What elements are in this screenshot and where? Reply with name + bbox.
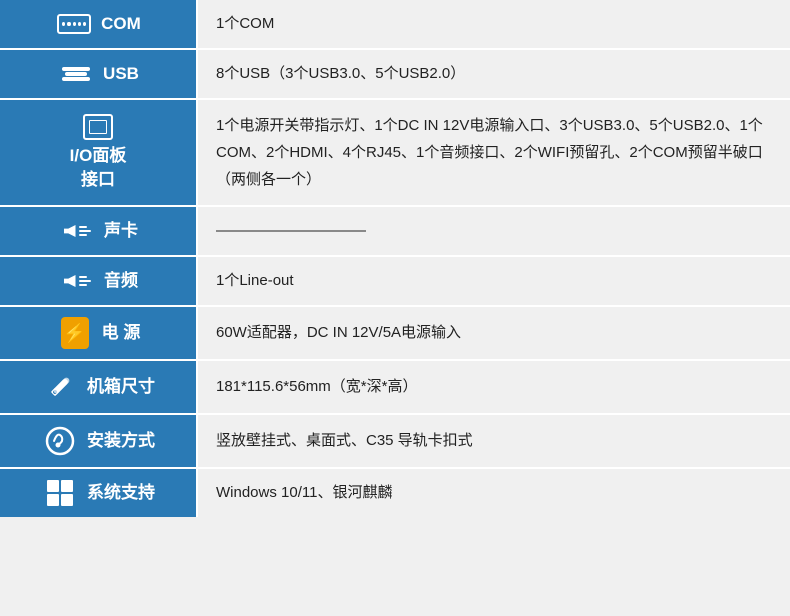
os-value: Windows 10/11、银河麒麟	[198, 469, 790, 517]
power-icon: ⚡	[56, 317, 94, 349]
label-com: COM	[0, 0, 198, 48]
io-value: 1个电源开关带指示灯、1个DC IN 12V电源输入口、3个USB3.0、5个U…	[198, 100, 790, 205]
label-io: I/O面板 接口	[0, 100, 198, 205]
row-os: 系统支持 Windows 10/11、银河麒麟	[0, 469, 790, 517]
com-label: COM	[101, 12, 141, 36]
size-icon	[41, 371, 79, 403]
row-install: 安装方式 竖放壁挂式、桌面式、C35 导轨卡扣式	[0, 415, 790, 469]
usb-icon	[57, 67, 95, 81]
row-audio: 音频 1个Line-out	[0, 257, 790, 307]
row-usb: USB 8个USB（3个USB3.0、5个USB2.0）	[0, 50, 790, 100]
usb-value: 8个USB（3个USB3.0、5个USB2.0）	[198, 50, 790, 98]
row-power: ⚡ 电 源 60W适配器，DC IN 12V/5A电源输入	[0, 307, 790, 361]
label-install: 安装方式	[0, 415, 198, 467]
row-com: COM 1个COM	[0, 0, 790, 50]
soundcard-value: ——————————	[198, 207, 790, 255]
audio-label: 音频	[104, 269, 138, 293]
label-size: 机箱尺寸	[0, 361, 198, 413]
io-icon	[79, 114, 117, 140]
label-power: ⚡ 电 源	[0, 307, 198, 359]
audio-icon	[58, 275, 96, 287]
io-label: I/O面板 接口	[70, 144, 127, 192]
audio-value: 1个Line-out	[198, 257, 790, 305]
usb-label: USB	[103, 62, 139, 86]
spec-table: COM 1个COM USB 8个USB（3个USB3.0、5个USB2.0）	[0, 0, 790, 517]
label-soundcard: 声卡	[0, 207, 198, 255]
soundcard-label: 声卡	[104, 219, 138, 243]
install-icon	[41, 425, 79, 457]
com-icon	[55, 14, 93, 34]
row-soundcard: 声卡 ——————————	[0, 207, 790, 257]
os-icon	[41, 480, 79, 506]
install-label: 安装方式	[87, 429, 155, 453]
install-value: 竖放壁挂式、桌面式、C35 导轨卡扣式	[198, 415, 790, 467]
label-usb: USB	[0, 50, 198, 98]
label-os: 系统支持	[0, 469, 198, 517]
label-audio: 音频	[0, 257, 198, 305]
power-value: 60W适配器，DC IN 12V/5A电源输入	[198, 307, 790, 359]
row-io: I/O面板 接口 1个电源开关带指示灯、1个DC IN 12V电源输入口、3个U…	[0, 100, 790, 207]
soundcard-icon	[58, 225, 96, 237]
row-size: 机箱尺寸 181*115.6*56mm（宽*深*高）	[0, 361, 790, 415]
size-label: 机箱尺寸	[87, 375, 155, 399]
os-label: 系统支持	[87, 481, 155, 505]
power-label: 电 源	[102, 321, 141, 345]
com-value: 1个COM	[198, 0, 790, 48]
size-value: 181*115.6*56mm（宽*深*高）	[198, 361, 790, 413]
